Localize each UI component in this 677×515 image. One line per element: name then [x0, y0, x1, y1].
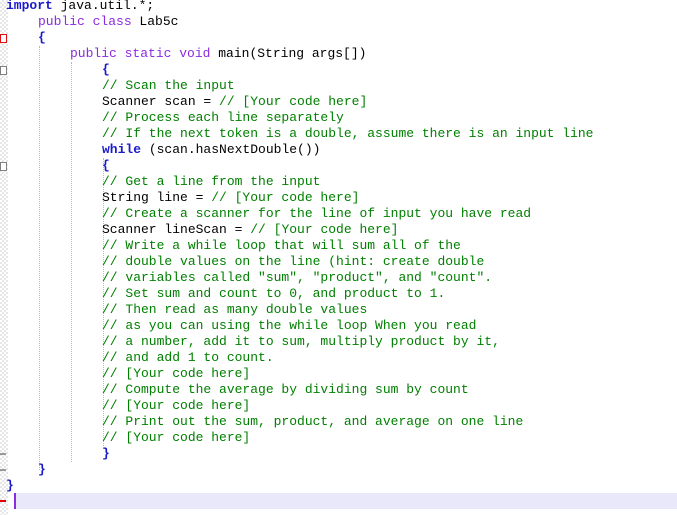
code-line[interactable]: {	[38, 30, 46, 46]
code-line[interactable]: }	[6, 478, 14, 494]
code-brace: }	[6, 478, 14, 493]
code-line[interactable]: {	[102, 158, 110, 174]
code-line[interactable]: }	[38, 462, 46, 478]
indent-guide	[71, 62, 72, 462]
code-brace: }	[38, 462, 46, 477]
text-caret	[14, 493, 16, 509]
fold-marker-icon[interactable]	[0, 162, 7, 171]
code-comment: // as you can using the while loop When …	[102, 318, 477, 333]
code-comment: // [Your code here]	[219, 94, 368, 109]
current-line-highlight	[14, 493, 677, 509]
fold-end-icon	[0, 469, 6, 471]
code-line[interactable]: // Then read as many double values	[102, 302, 367, 318]
code-line[interactable]: // Print out the sum, product, and avera…	[102, 414, 523, 430]
change-marker-icon	[0, 500, 6, 502]
code-line[interactable]: {	[102, 62, 110, 78]
code-line[interactable]: // Get a line from the input	[102, 174, 320, 190]
code-text: main(String args[])	[210, 46, 367, 61]
code-line[interactable]: // [Your code here]	[102, 430, 250, 446]
fold-end-icon	[0, 453, 6, 455]
code-brace: }	[102, 446, 110, 461]
code-brace: {	[102, 158, 110, 173]
code-keyword: while	[102, 142, 142, 157]
code-line[interactable]: // Process each line separately	[102, 110, 344, 126]
code-brace: {	[102, 62, 110, 77]
code-text: Scanner lineScan =	[102, 222, 251, 237]
code-brace: {	[38, 30, 46, 45]
code-comment: // Process each line separately	[102, 110, 344, 125]
code-comment: // [Your code here]	[102, 366, 251, 381]
code-line[interactable]: Scanner scan = // [Your code here]	[102, 94, 367, 110]
code-line[interactable]: // Create a scanner for the line of inpu…	[102, 206, 531, 222]
code-line[interactable]: public class Lab5c	[38, 14, 178, 30]
code-comment: // and add 1 to count.	[102, 350, 274, 365]
code-text: String line =	[102, 190, 212, 205]
code-line[interactable]: Scanner lineScan = // [Your code here]	[102, 222, 398, 238]
code-line[interactable]: // If the next token is a double, assume…	[102, 126, 593, 142]
code-line[interactable]: // Scan the input	[102, 78, 235, 94]
code-line[interactable]: // as you can using the while loop When …	[102, 318, 476, 334]
code-line[interactable]: String line = // [Your code here]	[102, 190, 359, 206]
code-keyword: public class	[38, 14, 132, 29]
code-text: Lab5c	[131, 14, 179, 29]
code-comment: // Create a scanner for the line of inpu…	[102, 206, 532, 221]
code-comment: // Set sum and count to 0, and product t…	[102, 286, 446, 301]
code-text: java.util.*;	[52, 0, 155, 13]
code-line[interactable]: }	[102, 446, 110, 462]
editor-gutter	[0, 0, 8, 515]
code-comment: // If the next token is a double, assume…	[102, 126, 594, 141]
code-line[interactable]: // [Your code here]	[102, 366, 250, 382]
code-line[interactable]: public static void main(String args[])	[70, 46, 366, 62]
code-line[interactable]: import java.util.*;	[6, 0, 154, 14]
code-line[interactable]: // Set sum and count to 0, and product t…	[102, 286, 445, 302]
code-comment: // [Your code here]	[211, 190, 360, 205]
code-line[interactable]: // variables called "sum", "product", an…	[102, 270, 492, 286]
code-comment: // a number, add it to sum, multiply pro…	[102, 334, 500, 349]
code-comment: // variables called "sum", "product", an…	[102, 270, 493, 285]
code-text: (scan.hasNextDouble())	[141, 142, 321, 157]
code-comment: // [Your code here]	[102, 398, 251, 413]
code-comment: // double values on the line (hint: crea…	[102, 254, 485, 269]
code-comment: // Compute the average by dividing sum b…	[102, 382, 469, 397]
code-comment: // [Your code here]	[102, 430, 251, 445]
code-text: Scanner scan =	[102, 94, 220, 109]
code-line[interactable]: // Write a while loop that will sum all …	[102, 238, 461, 254]
code-keyword: import	[6, 0, 53, 13]
code-line[interactable]: while (scan.hasNextDouble())	[102, 142, 320, 158]
code-line[interactable]: // Compute the average by dividing sum b…	[102, 382, 469, 398]
code-line[interactable]: // a number, add it to sum, multiply pro…	[102, 334, 500, 350]
code-comment: // Get a line from the input	[102, 174, 321, 189]
indent-guide	[39, 46, 40, 470]
code-line[interactable]: // double values on the line (hint: crea…	[102, 254, 484, 270]
code-comment: // Print out the sum, product, and avera…	[102, 414, 524, 429]
code-line[interactable]: // and add 1 to count.	[102, 350, 274, 366]
code-comment: // [Your code here]	[250, 222, 399, 237]
fold-marker-icon[interactable]	[0, 66, 7, 75]
code-comment: // Then read as many double values	[102, 302, 368, 317]
code-comment: // Scan the input	[102, 78, 235, 93]
fold-marker-icon[interactable]	[0, 34, 7, 43]
code-comment: // Write a while loop that will sum all …	[102, 238, 461, 253]
code-keyword: public static void	[70, 46, 211, 61]
code-line[interactable]: // [Your code here]	[102, 398, 250, 414]
